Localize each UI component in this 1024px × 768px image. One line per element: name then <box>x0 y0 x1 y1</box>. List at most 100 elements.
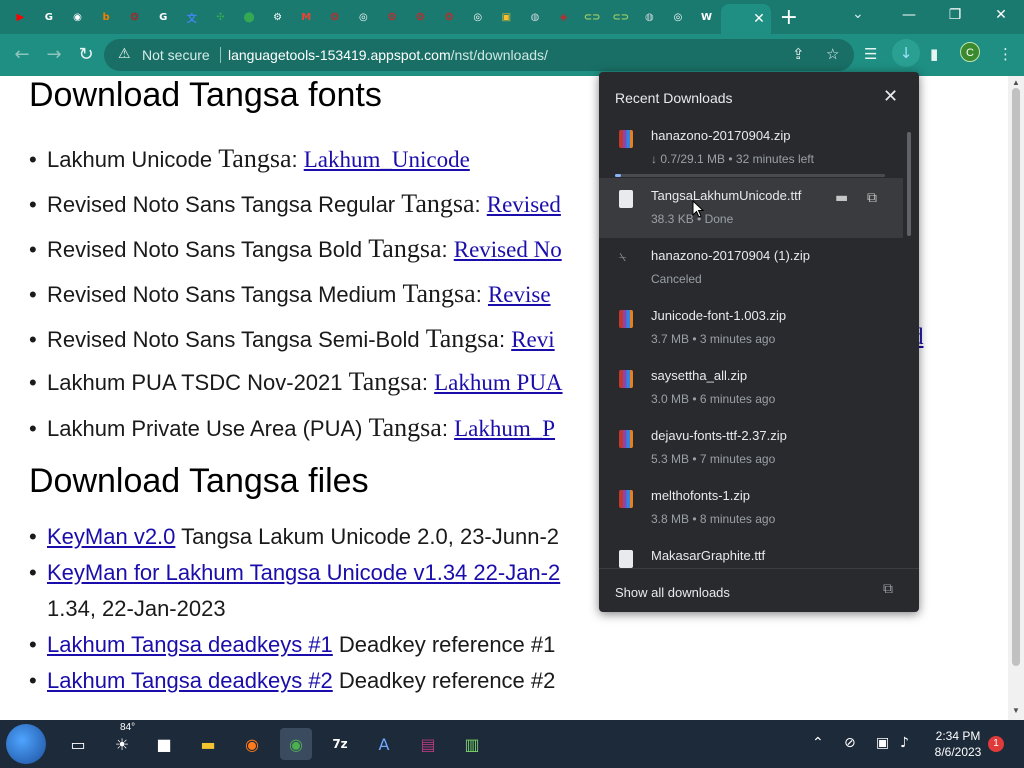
browser-tab[interactable]: ◍ <box>635 0 664 34</box>
side-panel-icon[interactable]: ▮ <box>930 45 938 63</box>
winrar-icon[interactable]: ▤ <box>412 728 444 760</box>
font-download-link[interactable]: Revised No <box>454 237 562 262</box>
more-menu-icon[interactable]: ⋮ <box>998 45 1013 63</box>
url-text[interactable]: languagetools-153419.appspot.com/nst/dow… <box>228 47 548 63</box>
file-download-link[interactable]: Lakhum Tangsa deadkeys #2 <box>47 668 333 693</box>
file-download-link[interactable]: KeyMan for Lakhum Tangsa Unicode v1.34 2… <box>47 560 560 585</box>
download-item[interactable]: hanazono-20170904.zip ↓ 0.7/29.1 MB • 32 … <box>599 118 903 178</box>
share-icon[interactable]: ⇪ <box>792 45 805 63</box>
reload-button[interactable]: ↻ <box>74 43 98 67</box>
restore-button[interactable]: ❐ <box>932 0 978 30</box>
file-download-link[interactable]: Lakhum Tangsa deadkeys #1 <box>47 632 333 657</box>
browser-tab[interactable]: ⊂⊃ <box>578 0 607 34</box>
browser-tab[interactable]: ◉ <box>63 0 92 34</box>
browser-tab[interactable]: G <box>35 0 64 34</box>
minimize-button[interactable]: — <box>886 0 932 30</box>
browser-tab[interactable]: ▶ <box>6 0 35 34</box>
downloads-close-button[interactable]: ✕ <box>883 86 898 107</box>
bookmark-star-icon[interactable]: ☆ <box>826 45 839 63</box>
browser-tab[interactable]: 文 <box>178 0 207 34</box>
window-close-button[interactable]: ✕ <box>978 0 1024 30</box>
browser-tab[interactable]: M <box>292 0 321 34</box>
browser-tab[interactable]: ❂ <box>120 0 149 34</box>
browser-tab[interactable]: ❂ <box>378 0 407 34</box>
settings-icon: ⚙ <box>273 11 283 23</box>
font-editor-icon[interactable]: A <box>368 728 400 760</box>
browser-tab[interactable]: ◎ <box>464 0 493 34</box>
browser-tab[interactable]: ❂ <box>406 0 435 34</box>
show-all-downloads-link[interactable]: Show all downloads <box>615 585 730 600</box>
scrollbar-thumb[interactable] <box>1012 88 1020 666</box>
show-in-folder-icon[interactable]: ▬ <box>835 190 848 206</box>
archive-app-icon[interactable]: ▥ <box>456 728 488 760</box>
reload-icon: ↻ <box>78 44 94 65</box>
browser-tab[interactable]: W <box>692 0 721 34</box>
firefox-icon[interactable]: ◉ <box>236 728 268 760</box>
download-item[interactable]: dejavu-fonts-ttf-2.37.zip 5.3 MB • 7 minu… <box>599 418 903 478</box>
browser-tab[interactable]: G <box>149 0 178 34</box>
notification-badge[interactable]: 1 <box>988 736 1004 752</box>
file-download-link[interactable]: KeyMan v2.0 <box>47 524 175 549</box>
download-item[interactable]: MakasarGraphite.ttf <box>599 538 903 568</box>
network-icon[interactable]: ▣ <box>876 735 889 751</box>
browser-tab[interactable]: ◎ <box>349 0 378 34</box>
file-explorer-icon[interactable]: ▬ <box>192 728 224 760</box>
scroll-down-arrow[interactable]: ▼ <box>1008 706 1024 715</box>
download-filename: saysettha_all.zip <box>651 368 748 383</box>
tab-search-button[interactable]: ⌄ <box>852 6 864 22</box>
font-download-link[interactable]: Revise <box>488 282 551 307</box>
bullet: • <box>29 632 37 657</box>
tray-expand-icon[interactable]: ⌃ <box>812 735 824 751</box>
open-file-icon[interactable]: ⧉ <box>867 190 877 206</box>
download-item[interactable]: TangsaLakhumUnicode.ttf 38.3 KB • Done ▬ ⧉ <box>599 178 903 238</box>
start-button[interactable] <box>6 724 46 764</box>
browser-tab[interactable]: ◎ <box>664 0 693 34</box>
task-view-icon[interactable]: ▭ <box>62 728 94 760</box>
download-item[interactable]: ⍀ hanazono-20170904 (1).zip Canceled <box>599 238 903 298</box>
download-item[interactable]: Junicode-font-1.003.zip 3.7 MB • 3 minute… <box>599 298 903 358</box>
not-secure-label[interactable]: Not secure <box>142 47 210 63</box>
open-external-icon[interactable]: ⧉ <box>883 581 893 597</box>
browser-tab[interactable]: ⊂⊃ <box>606 0 635 34</box>
reading-list-icon[interactable]: ☰ <box>864 45 877 63</box>
download-item[interactable]: melthofonts-1.zip 3.8 MB • 8 minutes ago <box>599 478 903 538</box>
downloads-scrollbar[interactable] <box>903 118 915 568</box>
font-download-link[interactable]: Lakhum PUA <box>434 370 562 395</box>
translate-icon: 文 <box>186 13 197 25</box>
camera-off-icon[interactable]: ⊘ <box>844 735 856 751</box>
downloads-scrollbar-thumb[interactable] <box>907 132 911 236</box>
font-download-link[interactable]: Revised <box>487 192 561 217</box>
font-download-link[interactable]: Lakhum_Unicode <box>304 147 470 172</box>
browser-tab[interactable]: ⬤ <box>235 0 264 34</box>
video-call-icon[interactable]: ■ <box>148 728 180 760</box>
new-tab-button[interactable]: + <box>771 5 807 30</box>
back-button[interactable]: ← <box>10 43 34 67</box>
address-bar[interactable]: ⚠ Not secure languagetools-153419.appspo… <box>104 39 854 71</box>
7zip-icon[interactable]: 7z <box>324 728 356 760</box>
browser-tab[interactable]: b <box>92 0 121 34</box>
font-download-link[interactable]: Lakhum_P <box>454 416 555 441</box>
font-download-link[interactable]: Revi <box>511 327 554 352</box>
scroll-up-arrow[interactable]: ▲ <box>1008 78 1024 87</box>
zip-file-icon <box>619 430 633 448</box>
browser-tab[interactable]: ❂ <box>435 0 464 34</box>
page-scrollbar[interactable]: ▲ ▼ <box>1008 76 1024 720</box>
profile-avatar[interactable]: C <box>960 42 980 62</box>
colon: : <box>421 370 435 395</box>
browser-tab[interactable]: ✣ <box>206 0 235 34</box>
browser-tab[interactable]: ⚙ <box>263 0 292 34</box>
tab-close-icon[interactable]: ✕ <box>753 11 765 27</box>
download-item[interactable]: saysettha_all.zip 3.0 MB • 6 minutes ago <box>599 358 903 418</box>
browser-tab[interactable]: ▣ <box>492 0 521 34</box>
zip-file-icon <box>619 130 633 148</box>
active-tab[interactable]: ✕ <box>720 4 771 34</box>
browser-tab[interactable]: ◈ <box>549 0 578 34</box>
forward-button[interactable]: → <box>42 43 66 67</box>
volume-icon[interactable]: ♪ <box>900 735 909 751</box>
browser-tab[interactable]: ❂ <box>321 0 350 34</box>
font-sample: Tangsa <box>368 413 442 442</box>
chrome-icon[interactable]: ◉ <box>280 728 312 760</box>
system-clock[interactable]: 2:34 PM 8/6/2023 <box>926 728 990 760</box>
browser-tab[interactable]: ◍ <box>521 0 550 34</box>
downloads-button[interactable]: ↓ <box>892 39 920 67</box>
